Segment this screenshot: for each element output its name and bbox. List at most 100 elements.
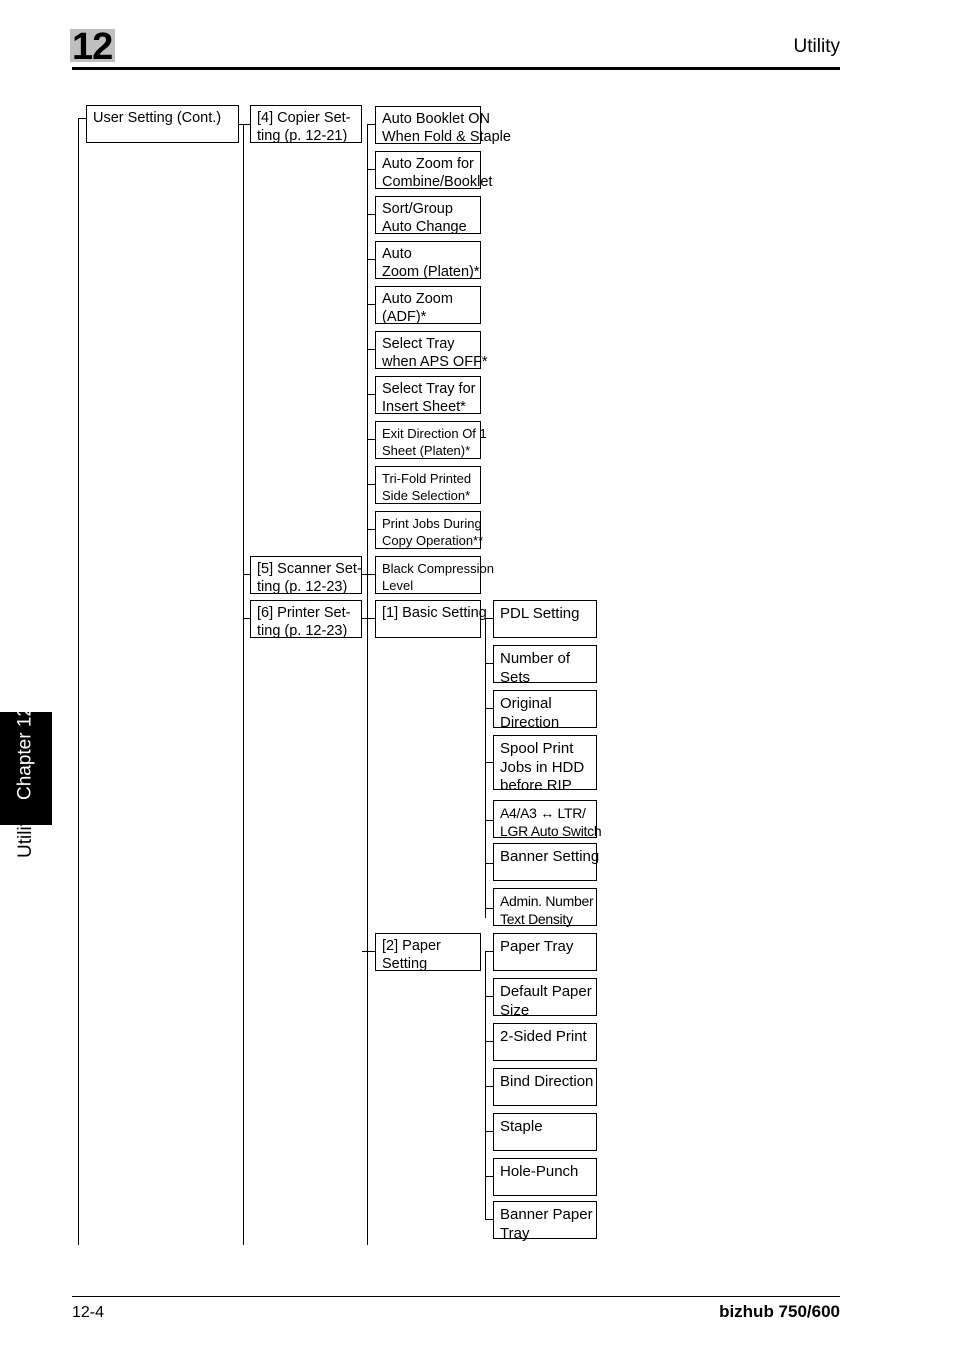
tree-stub-col3-9 [367,529,375,530]
node-line: [2] Paper [382,938,441,954]
node-spool-print-jobs-hdd: Spool Print Jobs in HDD before RIP [493,735,597,794]
node-line: Direction [500,713,560,731]
node-auto-zoom-adf: Auto Zoom (ADF)* [375,286,481,325]
footer-page-number: 12-4 [72,1304,105,1321]
tree-stub-col4-8 [485,996,493,997]
node-line: Side Selection* [382,487,471,503]
node-line: Sets [500,668,531,686]
node-auto-zoom-combine-booklet: Auto Zoom for Combine/Booklet [375,151,493,190]
node-line: LGR Auto Switch [500,822,602,839]
tree-stub-col2-2 [243,618,250,619]
tree-stub-col4-12 [485,1176,493,1177]
footer-model-name: bizhub 750/600 [719,1302,840,1321]
node-exit-direction-1-sheet: Exit Direction Of 1 Sheet (Platen)* [375,421,487,459]
tree-trunk-col3 [367,124,368,1245]
tree-stub-col4-11 [485,1131,493,1132]
tree-stub-col4-0 [485,618,493,619]
node-line: when APS OFF* [382,353,488,370]
tree-stub-col4-13 [485,1219,493,1220]
node-line: User Setting (Cont.) [93,110,222,126]
node-a4-a3-ltr-lgr-auto-switch: A4/A3 ↔ LTR/ LGR Auto Switch [493,800,602,839]
node-2-sided-print: 2-Sided Print [493,1023,597,1061]
node-line: Default Paper [500,983,592,1000]
node-line: Tri-Fold Printed [382,471,472,486]
tree-stub-col4-6 [485,908,493,909]
node-printer-setting: [6] Printer Set- ting (p. 12-23) [250,600,362,639]
tree-stub-col4-5 [485,863,493,864]
node-line: Copy Operation** [382,532,484,548]
tree-stub-col3-0 [367,124,375,125]
tree-stub-col4-7 [485,951,493,952]
tree-trunk-col4-paper [485,951,486,1219]
tree-stub-col4-10 [485,1086,493,1087]
node-line: Insert Sheet* [382,398,466,415]
tree-stub-col3-11 [362,618,375,619]
tree-stub-col3-3 [367,259,375,260]
node-default-paper-size: Default Paper Size [493,978,597,1019]
tree-stub-col4-4 [485,820,493,821]
node-line: ting (p. 12-23) [257,578,348,595]
node-paper-tray: Paper Tray [493,933,597,971]
node-black-compression-level: Black Compression Level [375,556,494,594]
node-pdl-setting: PDL Setting [493,600,597,638]
node-paper-setting: [2] Paper Setting [375,933,481,972]
node-line: Exit Direction Of 1 [382,426,487,441]
tree-stub-col4-9 [485,1041,493,1042]
tree-stub-col3-1 [367,169,375,170]
node-line: A4/A3 ↔ LTR/ [500,805,586,821]
node-line: Auto Zoom for [382,156,474,172]
node-line: Level [382,577,414,593]
section-side-label: Utility [15,811,36,858]
node-banner-setting: Banner Setting [493,843,600,881]
node-line: PDL Setting [500,605,580,622]
node-user-setting: User Setting (Cont.) [86,105,239,143]
node-line: Number of [500,650,571,667]
node-line: Combine/Booklet [382,173,493,190]
node-line: [1] Basic Setting [382,605,487,621]
tree-stub-col3-10 [362,574,375,575]
node-bind-direction: Bind Direction [493,1068,597,1106]
node-line: Banner Setting [500,848,600,865]
node-staple: Staple [493,1113,597,1151]
tree-stub-col4-3 [485,762,493,763]
node-line: before RIP [500,777,572,794]
node-line: [5] Scanner Set- [257,561,362,577]
node-line: When Fold & Staple [382,128,511,145]
node-line: Size [500,1001,530,1019]
chapter-number: 12 [72,26,113,68]
node-copier-setting: [4] Copier Set- ting (p. 12-21) [250,105,362,144]
tree-stub-col3-6 [367,394,375,395]
node-line: Auto Booklet ON [382,111,490,127]
node-line: [4] Copier Set- [257,110,351,126]
page-header-title: Utility [793,36,840,57]
node-admin-number-text-density: Admin. Number Text Density [493,888,597,927]
header-divider [72,67,840,70]
node-line: ting (p. 12-21) [257,127,348,144]
node-line: (ADF)* [382,308,427,325]
node-auto-booklet-on: Auto Booklet ON When Fold & Staple [375,106,511,145]
tree-stub-col4-1 [485,663,493,664]
tree-trunk-col2 [243,124,244,1245]
node-banner-paper-tray: Banner Paper Tray [493,1201,597,1242]
node-line: Auto Zoom [382,291,453,307]
node-line: Tray [500,1224,530,1242]
node-line: Auto [382,246,412,262]
node-line: [6] Printer Set- [257,605,351,621]
node-line: Text Density [500,910,573,927]
node-line: Admin. Number [500,893,594,909]
node-line: ting (p. 12-23) [257,622,348,639]
node-line: Original [500,695,552,712]
node-select-tray-insert-sheet: Select Tray for Insert Sheet* [375,376,481,415]
node-sort-group-auto-change: Sort/Group Auto Change [375,196,481,235]
node-tri-fold-printed-side: Tri-Fold Printed Side Selection* [375,466,481,504]
tree-stub-col4-2 [485,708,493,709]
node-line: Auto Change [382,218,467,235]
node-scanner-setting: [5] Scanner Set- ting (p. 12-23) [250,556,362,595]
node-hole-punch: Hole-Punch [493,1158,597,1196]
node-line: Jobs in HDD [500,758,585,776]
node-original-direction: Original Direction [493,690,597,731]
tree-stub-col3-8 [367,484,375,485]
node-line: Hole-Punch [500,1163,579,1180]
node-line: Print Jobs During [382,516,482,531]
node-line: Select Tray for [382,381,476,397]
